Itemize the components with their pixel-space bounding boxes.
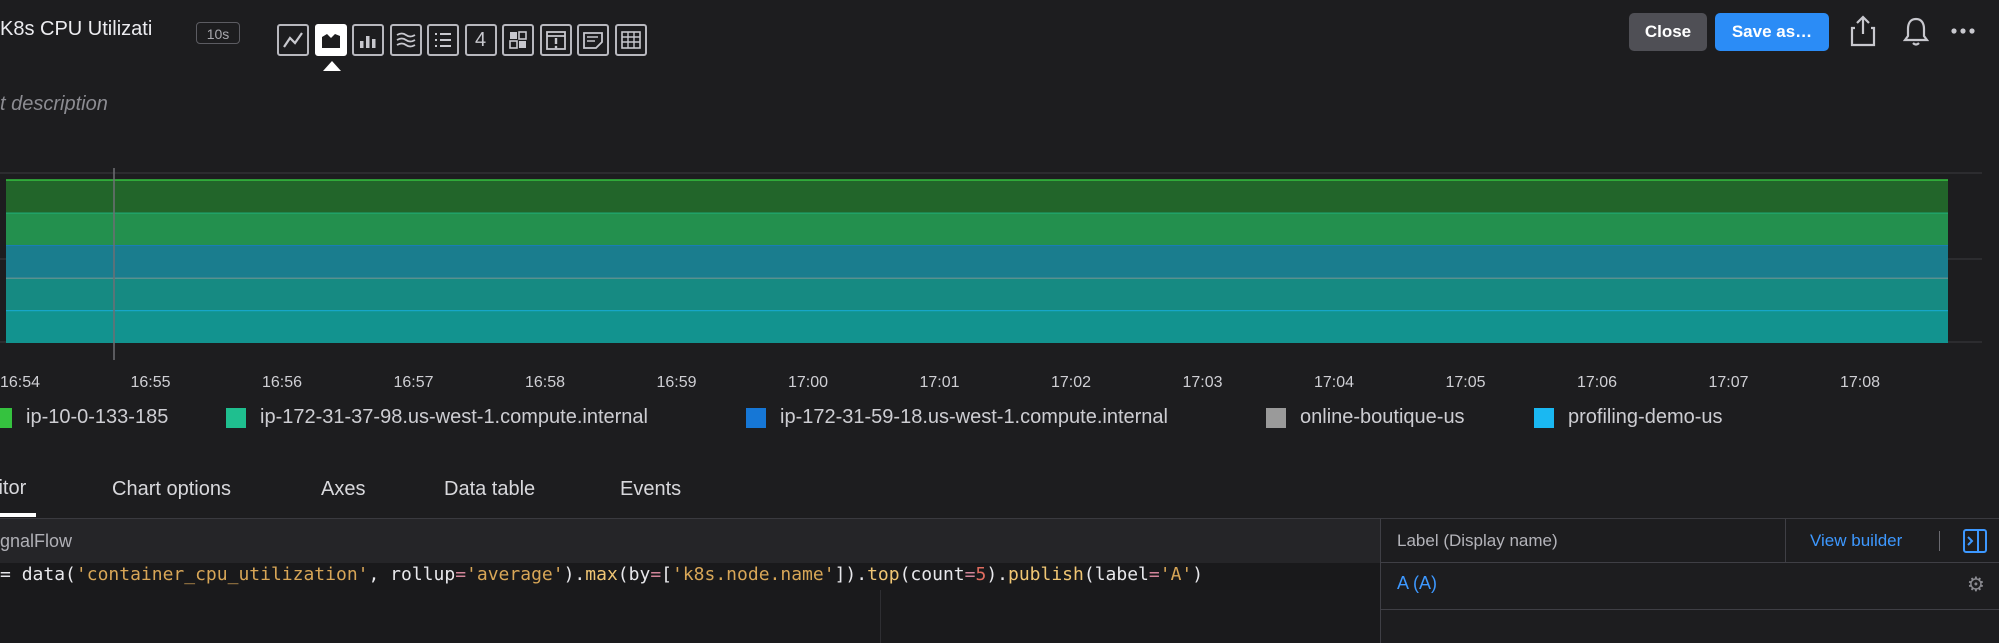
text-note-icon[interactable] — [577, 24, 609, 56]
collapse-panel-icon[interactable] — [1963, 529, 1987, 553]
legend-swatch — [1534, 407, 1554, 428]
legend-swatch — [0, 407, 12, 428]
label-column-header: Label (Display name) — [1397, 531, 1558, 550]
tab-axes[interactable]: Axes — [321, 478, 365, 501]
legend-label: ip-10-0-133-185 — [26, 406, 169, 428]
area-series-0[interactable] — [6, 310, 1948, 343]
legend-swatch — [1266, 407, 1286, 428]
list-chart-icon[interactable] — [427, 24, 459, 56]
code-token: (label — [1083, 564, 1149, 585]
histogram-icon[interactable] — [389, 24, 422, 56]
area-series-2[interactable] — [6, 245, 1948, 278]
close-button[interactable]: Close — [1629, 13, 1707, 51]
legend-label: profiling-demo-us — [1568, 406, 1723, 428]
code-token: , rollup — [368, 564, 456, 585]
x-tick-label: 17:00 — [788, 374, 829, 391]
active-chart-type-indicator — [323, 61, 341, 71]
tab-chart-options[interactable]: Chart options — [112, 478, 231, 501]
x-tick-label: 17:01 — [919, 374, 960, 391]
code-token: = — [964, 564, 976, 585]
code-token: top — [867, 564, 900, 585]
code-token: ]). — [834, 564, 868, 585]
x-tick-label: 17:06 — [1577, 374, 1618, 391]
x-tick-label: 17:05 — [1445, 374, 1486, 391]
code-token: 'k8s.node.name' — [672, 564, 835, 585]
tab-events[interactable]: Events — [620, 478, 681, 501]
save-as-button[interactable]: Save as… — [1715, 13, 1829, 51]
label-header-separator — [1785, 519, 1786, 562]
x-tick-label: 17:02 — [1051, 374, 1092, 391]
x-tick-label: 16:54 — [0, 374, 40, 391]
chart-description-input[interactable]: t description — [0, 93, 108, 116]
x-tick-label: 17:07 — [1708, 374, 1749, 391]
tab-data-table[interactable]: Data table — [444, 478, 535, 501]
signalflow-header — [0, 519, 1380, 563]
legend-item[interactable]: ip-172-31-37-98.us-west-1.compute.intern… — [226, 406, 648, 429]
code-token: ). — [986, 564, 1008, 585]
area-chart-icon[interactable] — [314, 24, 347, 56]
code-token: max — [585, 564, 618, 585]
code-token: publish — [1008, 564, 1084, 585]
legend-swatch — [746, 407, 766, 428]
code-token: (count — [899, 564, 965, 585]
signalflow-code[interactable]: = data('container_cpu_utilization', roll… — [0, 564, 1203, 585]
code-token: 'average' — [466, 564, 564, 585]
heatmap-icon[interactable] — [502, 24, 534, 56]
code-token: = — [455, 564, 467, 585]
more-icon[interactable] — [1946, 12, 1980, 50]
code-token: data — [21, 564, 66, 585]
x-tick-label: 16:58 — [525, 374, 566, 391]
code-token: = — [0, 564, 22, 585]
active-tab-underline — [0, 513, 36, 517]
column-chart-icon[interactable] — [352, 24, 384, 56]
area-series-3[interactable] — [6, 212, 1948, 246]
x-tick-label: 16:57 — [393, 374, 434, 391]
x-tick-label: 16:59 — [656, 374, 697, 391]
area-series-1[interactable] — [6, 277, 1948, 311]
tab-litor[interactable]: litor — [0, 477, 26, 500]
line-chart-icon[interactable] — [277, 24, 309, 56]
legend-label: ip-172-31-37-98.us-west-1.compute.intern… — [260, 406, 648, 428]
code-token: 'container_cpu_utilization' — [75, 564, 369, 585]
view-builder-separator — [1939, 531, 1940, 551]
legend-swatch — [226, 407, 246, 428]
gear-icon[interactable]: ⚙ — [1967, 572, 1985, 597]
x-tick-label: 16:56 — [262, 374, 303, 391]
signalflow-label: gnalFlow — [0, 531, 73, 551]
code-token: 5 — [975, 564, 987, 585]
code-token: = — [650, 564, 662, 585]
legend-item[interactable]: ip-10-0-133-185 — [0, 406, 168, 429]
x-tick-label: 16:55 — [130, 374, 171, 391]
event-feed-icon[interactable] — [539, 24, 572, 56]
code-guide-line — [880, 590, 881, 643]
code-token: = — [1148, 564, 1160, 585]
code-token: ). — [563, 564, 586, 585]
code-token: (by — [617, 564, 651, 585]
share-icon[interactable] — [1846, 12, 1880, 50]
resolution-badge: 10s — [196, 22, 240, 44]
bell-icon[interactable] — [1899, 12, 1933, 50]
single-value-label: 4 — [474, 28, 487, 51]
code-token: ( — [65, 564, 76, 585]
x-tick-label: 17:03 — [1182, 374, 1223, 391]
table-chart-icon[interactable] — [614, 24, 647, 56]
legend-item[interactable]: profiling-demo-us — [1534, 406, 1723, 429]
legend-label: online-boutique-us — [1300, 406, 1465, 428]
view-builder-link[interactable]: View builder — [1810, 531, 1902, 551]
chart-title[interactable]: K8s CPU Utilizati — [0, 18, 165, 41]
code-token: 'A' — [1159, 564, 1193, 585]
single-value-icon[interactable]: 4 — [464, 24, 497, 56]
x-tick-label: 17:08 — [1840, 374, 1881, 391]
code-token: ) — [1192, 564, 1204, 585]
x-tick-label: 17:04 — [1314, 374, 1355, 391]
code-token: [ — [661, 564, 672, 585]
area-chart[interactable] — [0, 160, 1999, 390]
legend-item[interactable]: online-boutique-us — [1266, 406, 1465, 429]
label-value[interactable]: A (A) — [1397, 573, 1437, 594]
area-series-4[interactable] — [6, 180, 1948, 213]
legend-item[interactable]: ip-172-31-59-18.us-west-1.compute.intern… — [746, 406, 1168, 429]
label-row — [1381, 563, 1999, 610]
legend-label: ip-172-31-59-18.us-west-1.compute.intern… — [780, 406, 1168, 428]
